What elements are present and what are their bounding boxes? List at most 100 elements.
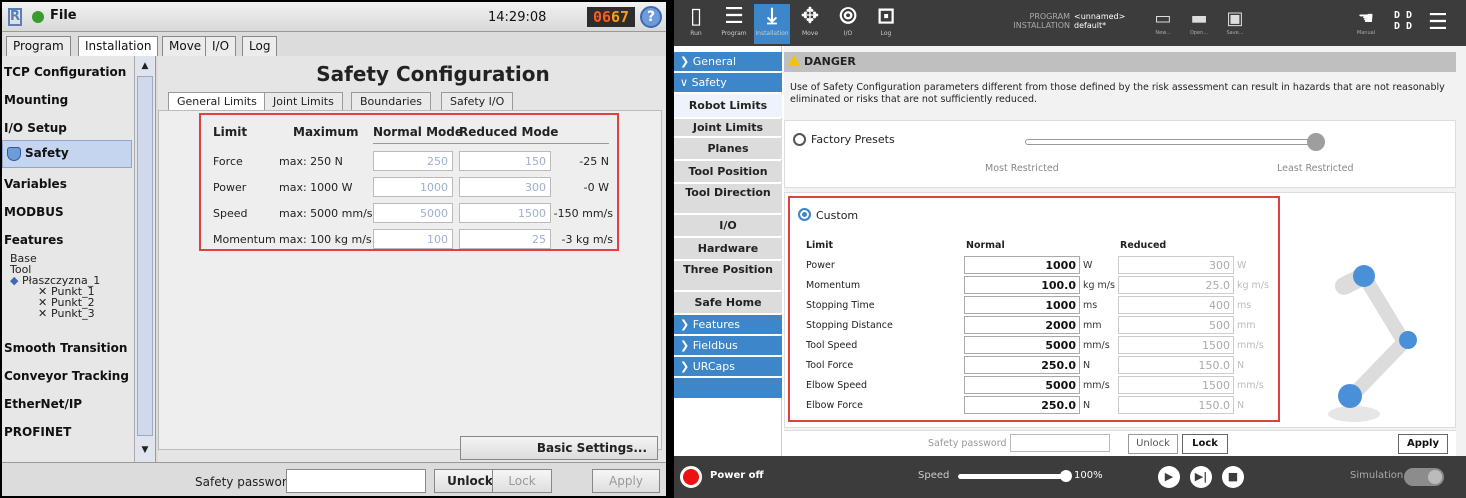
- apply-button[interactable]: Apply: [592, 469, 660, 493]
- mode-manual[interactable]: ☚ Manual: [1348, 8, 1384, 36]
- tool-force-normal-input[interactable]: 250.0: [964, 356, 1080, 374]
- hamburger-menu-icon[interactable]: ☰: [1428, 10, 1448, 35]
- bottom-bar: Safety password Unlock Lock Apply: [2, 462, 666, 496]
- section-safety[interactable]: ∨ Safety: [674, 73, 782, 93]
- basic-settings-button[interactable]: Basic Settings...: [460, 436, 658, 460]
- tab-move[interactable]: Move: [162, 36, 209, 56]
- tool-speed-normal-input[interactable]: 5000: [964, 336, 1080, 354]
- tree-point-3[interactable]: ✕ Punkt_3: [38, 307, 95, 320]
- speed-slider[interactable]: [958, 474, 1064, 479]
- preset-slider-track[interactable]: [1025, 139, 1315, 145]
- lock-button[interactable]: Lock: [1182, 434, 1228, 454]
- sidebar-item-tcp[interactable]: TCP Configuration: [2, 60, 132, 86]
- nav-program[interactable]: ☰ Program: [716, 4, 752, 44]
- momentum-normal-input[interactable]: 100.0: [964, 276, 1080, 294]
- subtab-boundaries[interactable]: Boundaries: [351, 92, 432, 110]
- power-reduced-input[interactable]: 300: [1118, 256, 1234, 274]
- file-menu[interactable]: File: [50, 8, 77, 23]
- force-normal-input[interactable]: 250: [373, 151, 453, 171]
- power-off-label[interactable]: Power off: [710, 470, 764, 481]
- factory-presets-radio[interactable]: [793, 133, 806, 146]
- tool-speed-reduced-input[interactable]: 1500: [1118, 336, 1234, 354]
- stopping-time-reduced-input[interactable]: 400: [1118, 296, 1234, 314]
- safety-item-safe-home[interactable]: Safe Home: [674, 292, 782, 314]
- nav-log[interactable]: ⊡ Log: [868, 4, 904, 44]
- sidebar-item-features[interactable]: Features: [2, 228, 132, 254]
- unlock-button[interactable]: Unlock: [1128, 434, 1178, 454]
- sidebar-item-conveyor[interactable]: Conveyor Tracking: [2, 364, 132, 390]
- safety-item-hardware[interactable]: Hardware: [674, 238, 782, 260]
- speed-normal-input[interactable]: 5000: [373, 203, 453, 223]
- momentum-reduced-input[interactable]: 25.0: [1118, 276, 1234, 294]
- nav-installation[interactable]: ⤓ Installation: [754, 4, 790, 44]
- lock-button[interactable]: Lock: [492, 469, 552, 493]
- safety-item-planes[interactable]: Planes: [674, 138, 782, 160]
- open-button[interactable]: ▬ Open...: [1184, 8, 1214, 36]
- tab-log[interactable]: Log: [242, 36, 278, 56]
- sidebar-item-safety[interactable]: Safety: [2, 140, 132, 168]
- simulation-toggle[interactable]: [1404, 468, 1444, 486]
- elbow-force-normal-input[interactable]: 250.0: [964, 396, 1080, 414]
- section-fieldbus[interactable]: ❯ Fieldbus: [674, 336, 782, 356]
- stopping-time-normal-input[interactable]: 1000: [964, 296, 1080, 314]
- elbow-force-reduced-input[interactable]: 150.0: [1118, 396, 1234, 414]
- nav-run[interactable]: ▯ Run: [678, 4, 714, 44]
- tool-force-reduced-input[interactable]: 150.0: [1118, 356, 1234, 374]
- nav-io[interactable]: ⦾ I/O: [830, 4, 866, 44]
- sidebar-item-ethernet-ip[interactable]: EtherNet/IP: [2, 392, 132, 418]
- elbow-speed-reduced-input[interactable]: 1500: [1118, 376, 1234, 394]
- subtab-joint-limits[interactable]: Joint Limits: [264, 92, 343, 110]
- tab-installation[interactable]: Installation: [78, 36, 159, 56]
- speed-reduced-input[interactable]: 1500: [459, 203, 551, 223]
- scroll-up-icon[interactable]: ▲: [137, 58, 153, 74]
- sidebar-item-modbus[interactable]: MODBUS: [2, 200, 132, 226]
- elbow-speed-normal-input[interactable]: 5000: [964, 376, 1080, 394]
- step-icon[interactable]: ▶|: [1190, 466, 1212, 488]
- momentum-reduced-input[interactable]: 25: [459, 229, 551, 249]
- sidebar-scrollbar[interactable]: ▲ ▼: [134, 56, 154, 462]
- power-off-icon[interactable]: [680, 466, 702, 488]
- safety-item-tool-direction[interactable]: Tool Direction: [674, 184, 782, 214]
- row-limit-label: Speed: [213, 207, 248, 220]
- tab-io[interactable]: I/O: [205, 36, 237, 56]
- sidebar-item-io-setup[interactable]: I/O Setup: [2, 116, 132, 142]
- play-icon[interactable]: ▶: [1158, 466, 1180, 488]
- safety-item-joint-limits[interactable]: Joint Limits: [674, 119, 782, 137]
- safety-item-io[interactable]: I/O: [674, 215, 782, 237]
- safety-item-tool-position[interactable]: Tool Position: [674, 161, 782, 183]
- sidebar-item-profinet[interactable]: PROFINET: [2, 420, 132, 446]
- speed-slider-knob[interactable]: [1060, 470, 1072, 482]
- section-general[interactable]: ❯ General: [674, 52, 782, 72]
- save-button[interactable]: ▣ Save...: [1220, 8, 1250, 36]
- custom-radio[interactable]: [798, 208, 811, 221]
- momentum-normal-input[interactable]: 100: [373, 229, 453, 249]
- power-normal-input[interactable]: 1000: [964, 256, 1080, 274]
- section-features[interactable]: ❯ Features: [674, 315, 782, 335]
- section-urcaps[interactable]: ❯ URCaps: [674, 357, 782, 377]
- scroll-thumb[interactable]: [137, 76, 153, 436]
- help-icon[interactable]: ?: [640, 6, 662, 28]
- password-input[interactable]: [1010, 434, 1110, 452]
- top-nav: ▯ Run ☰ Program ⤓ Installation ✥ Move ⦾ I/O ⊡…: [674, 0, 1466, 46]
- tab-program[interactable]: Program: [6, 36, 71, 56]
- safety-item-three-position[interactable]: Three Position: [674, 261, 782, 291]
- power-normal-input[interactable]: 1000: [373, 177, 453, 197]
- apply-button[interactable]: Apply: [1398, 434, 1448, 454]
- nav-move[interactable]: ✥ Move: [792, 4, 828, 44]
- subtab-safety-io[interactable]: Safety I/O: [441, 92, 514, 110]
- scroll-down-icon[interactable]: ▼: [137, 442, 153, 458]
- preset-slider-knob[interactable]: [1307, 133, 1325, 151]
- stop-icon[interactable]: ■: [1222, 466, 1244, 488]
- force-reduced-input[interactable]: 150: [459, 151, 551, 171]
- subtab-general-limits[interactable]: General Limits: [168, 92, 266, 110]
- new-button[interactable]: ▭ New...: [1148, 8, 1178, 36]
- sidebar-item-mounting[interactable]: Mounting: [2, 88, 132, 114]
- safety-item-robot-limits[interactable]: Robot Limits: [674, 94, 782, 118]
- password-input[interactable]: [286, 469, 426, 493]
- stopping-distance-normal-input[interactable]: 2000: [964, 316, 1080, 334]
- stopping-distance-reduced-input[interactable]: 500: [1118, 316, 1234, 334]
- sidebar-item-smooth-transition[interactable]: Smooth Transition: [2, 336, 132, 362]
- row-unit: mm/s: [1083, 380, 1110, 391]
- sidebar-item-variables[interactable]: Variables: [2, 172, 132, 198]
- power-reduced-input[interactable]: 300: [459, 177, 551, 197]
